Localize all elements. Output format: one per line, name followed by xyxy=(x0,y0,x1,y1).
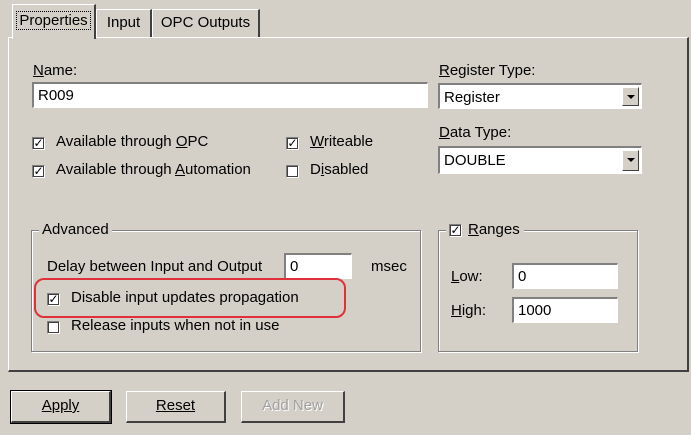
high-input[interactable]: 1000 xyxy=(512,297,618,323)
writeable-checkbox[interactable]: ✓ xyxy=(286,137,299,150)
delay-unit: msec xyxy=(371,258,407,275)
properties-dialog: Properties Input OPC Outputs Name: R009 … xyxy=(0,0,691,435)
add-new-button[interactable]: Add New xyxy=(241,391,345,423)
available-opc-label: Available through OPC xyxy=(56,133,209,150)
chevron-down-icon[interactable] xyxy=(622,87,639,106)
delay-label: Delay between Input and Output xyxy=(47,258,263,275)
disabled-checkbox[interactable] xyxy=(286,165,299,178)
properties-panel: Name: R009 Register Type: Register Data … xyxy=(8,37,689,372)
apply-button[interactable]: Apply xyxy=(10,390,112,424)
disabled-label: Disabled xyxy=(310,161,369,178)
register-type-select[interactable]: Register xyxy=(438,83,642,109)
high-label: High: xyxy=(451,302,487,319)
available-automation-checkbox[interactable]: ✓ xyxy=(32,165,45,178)
release-inputs-checkbox[interactable] xyxy=(47,321,60,334)
tab-properties[interactable]: Properties xyxy=(12,4,96,39)
tab-input[interactable]: Input xyxy=(96,9,152,37)
data-type-select[interactable]: DOUBLE xyxy=(438,146,642,174)
release-inputs-label: Release inputs when not in use xyxy=(71,317,280,334)
name-label: Name: xyxy=(33,62,78,79)
ranges-checkbox[interactable]: ✓ xyxy=(449,223,462,237)
writeable-label: Writeable xyxy=(310,133,374,150)
available-opc-checkbox[interactable]: ✓ xyxy=(32,137,45,150)
available-automation-label: Available through Automation xyxy=(56,161,251,178)
ranges-group-title[interactable]: ✓ Ranges xyxy=(446,221,524,238)
register-type-label: Register Type: xyxy=(439,62,536,79)
low-input[interactable]: 0 xyxy=(512,263,618,289)
low-label: Low: xyxy=(451,268,483,285)
annotation-highlight xyxy=(34,278,346,318)
tab-opc-outputs[interactable]: OPC Outputs xyxy=(152,9,260,37)
data-type-label: Data Type: xyxy=(439,124,512,141)
delay-input[interactable]: 0 xyxy=(284,253,352,279)
advanced-group-title: Advanced xyxy=(39,221,112,238)
reset-button[interactable]: Reset xyxy=(126,391,226,423)
chevron-down-icon[interactable] xyxy=(622,150,639,171)
ranges-group xyxy=(438,230,638,352)
name-input[interactable]: R009 xyxy=(32,82,428,108)
